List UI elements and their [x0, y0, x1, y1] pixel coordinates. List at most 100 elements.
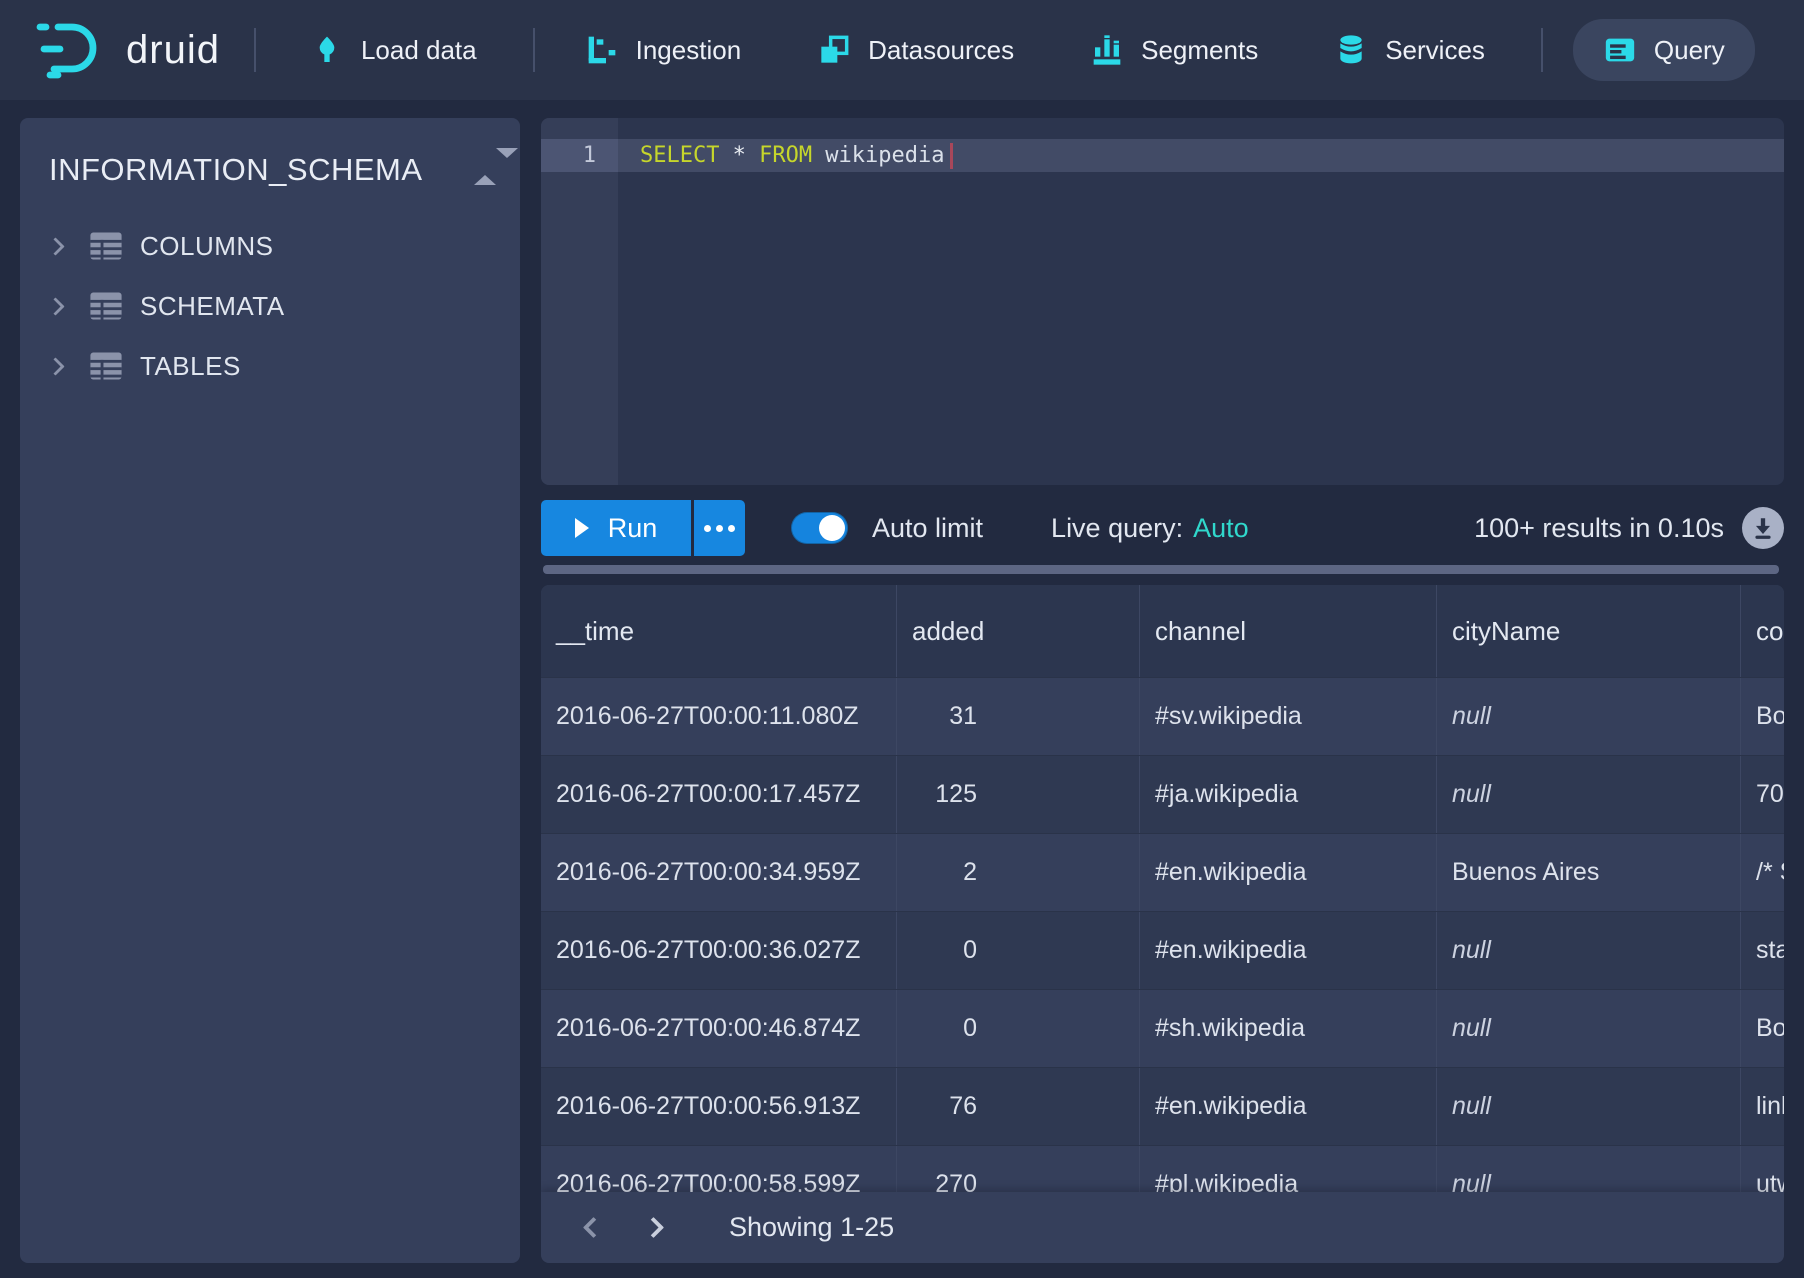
tree-item-label: SCHEMATA — [140, 291, 285, 322]
cell-time[interactable]: 2016-06-27T00:00:17.457Z — [541, 756, 897, 833]
results-summary: 100+ results in 0.10s — [1474, 513, 1724, 544]
nav-item-services[interactable]: Services — [1314, 19, 1505, 81]
chevron-right-icon — [46, 357, 64, 375]
horizontal-scrollbar-thumb[interactable] — [543, 565, 1779, 574]
cell-time[interactable]: 2016-06-27T00:00:46.874Z — [541, 990, 897, 1067]
cell-channel[interactable]: #en.wikipedia — [1140, 1068, 1437, 1145]
cell-cityname[interactable]: null — [1437, 678, 1741, 755]
cell-added[interactable]: 2 — [897, 834, 1140, 911]
auto-limit-toggle[interactable] — [791, 512, 848, 544]
tree-item-label: TABLES — [140, 351, 241, 382]
table-row: 2016-06-27T00:00:36.027Z 0 #en.wikipedia… — [541, 911, 1784, 989]
nav-divider — [533, 28, 535, 72]
ingestion-icon — [585, 33, 619, 67]
cell-added[interactable]: 0 — [897, 912, 1140, 989]
sql-table-name: wikipedia — [825, 143, 944, 168]
segments-icon — [1090, 33, 1124, 67]
schema-header: INFORMATION_SCHEMA — [20, 118, 520, 208]
column-header-added[interactable]: added — [897, 585, 1140, 677]
upload-icon — [310, 33, 344, 67]
sql-keyword: FROM — [759, 143, 812, 168]
nav-item-datasources[interactable]: Datasources — [797, 19, 1034, 81]
cell-cityname[interactable]: null — [1437, 756, 1741, 833]
cell-time[interactable]: 2016-06-27T00:00:34.959Z — [541, 834, 897, 911]
cell-comment[interactable]: stat — [1741, 912, 1784, 989]
column-header-cityname[interactable]: cityName — [1437, 585, 1741, 677]
nav-item-label: Services — [1385, 35, 1485, 66]
sql-editor[interactable]: 1 SELECT * FROM wikipedia — [541, 118, 1784, 485]
cell-channel[interactable]: #ja.wikipedia — [1140, 756, 1437, 833]
cell-time[interactable]: 2016-06-27T00:00:56.913Z — [541, 1068, 897, 1145]
cell-channel[interactable]: #en.wikipedia — [1140, 912, 1437, 989]
nav-item-ingestion[interactable]: Ingestion — [565, 19, 762, 81]
table-row: 2016-06-27T00:00:46.874Z 0 #sh.wikipedia… — [541, 989, 1784, 1067]
cell-channel[interactable]: #sh.wikipedia — [1140, 990, 1437, 1067]
double-caret-vertical-icon[interactable] — [474, 158, 498, 176]
table-icon — [89, 231, 123, 261]
cell-channel[interactable]: #en.wikipedia — [1140, 834, 1437, 911]
cell-cityname[interactable]: null — [1437, 912, 1741, 989]
cell-cityname[interactable]: Buenos Aires — [1437, 834, 1741, 911]
play-icon — [575, 518, 589, 538]
horizontal-scrollbar — [543, 565, 1783, 574]
table-row: 2016-06-27T00:00:56.913Z 76 #en.wikipedi… — [541, 1067, 1784, 1145]
druid-logo[interactable]: druid — [36, 21, 220, 79]
live-query-value[interactable]: Auto — [1193, 513, 1249, 544]
nav-item-segments[interactable]: Segments — [1070, 19, 1278, 81]
schema-title: INFORMATION_SCHEMA — [49, 152, 423, 188]
query-icon — [1603, 33, 1637, 67]
results-table-header: __time added channel cityName comment — [541, 585, 1784, 677]
editor-line-number: 1 — [541, 139, 618, 172]
nav-item-label: Query — [1654, 35, 1725, 66]
cell-added[interactable]: 0 — [897, 990, 1140, 1067]
brand-name: druid — [126, 28, 220, 73]
datasources-icon — [817, 33, 851, 67]
showing-range-label: Showing 1-25 — [729, 1212, 894, 1243]
run-button[interactable]: Run — [541, 500, 691, 556]
nav-item-load-data[interactable]: Load data — [290, 19, 497, 81]
tree-item-columns[interactable]: COLUMNS — [20, 216, 520, 276]
nav-item-query[interactable]: Query — [1573, 19, 1755, 81]
cell-comment[interactable]: /* S — [1741, 834, 1784, 911]
cell-time[interactable]: 2016-06-27T00:00:36.027Z — [541, 912, 897, 989]
cell-comment[interactable]: Bot — [1741, 990, 1784, 1067]
results-panel: __time added channel cityName comment 20… — [541, 585, 1784, 1263]
column-header-comment[interactable]: comment — [1741, 585, 1784, 677]
download-button[interactable] — [1742, 507, 1784, 549]
text-cursor — [950, 143, 953, 169]
toggle-knob — [819, 515, 845, 541]
toolbar-right: 100+ results in 0.10s — [1474, 507, 1784, 549]
results-table: __time added channel cityName comment 20… — [541, 585, 1784, 1223]
nav-item-label: Segments — [1141, 35, 1258, 66]
tree-item-tables[interactable]: TABLES — [20, 336, 520, 396]
chevron-right-icon — [46, 237, 64, 255]
cell-added[interactable]: 31 — [897, 678, 1140, 755]
previous-page-button[interactable] — [571, 1206, 615, 1250]
cell-time[interactable]: 2016-06-27T00:00:11.080Z — [541, 678, 897, 755]
cell-cityname[interactable]: null — [1437, 990, 1741, 1067]
tree-item-schemata[interactable]: SCHEMATA — [20, 276, 520, 336]
tree-item-label: COLUMNS — [140, 231, 274, 262]
cell-comment[interactable]: Bots — [1741, 678, 1784, 755]
druid-logo-icon — [36, 21, 112, 79]
cell-added[interactable]: 76 — [897, 1068, 1140, 1145]
chevron-left-icon — [582, 1217, 603, 1238]
column-header-channel[interactable]: channel — [1140, 585, 1437, 677]
nav-divider — [1541, 28, 1543, 72]
run-button-label: Run — [608, 513, 658, 544]
table-row: 2016-06-27T00:00:17.457Z 125 #ja.wikiped… — [541, 755, 1784, 833]
column-header-time[interactable]: __time — [541, 585, 897, 677]
nav-item-label: Load data — [361, 35, 477, 66]
cell-channel[interactable]: #sv.wikipedia — [1140, 678, 1437, 755]
table-row: 2016-06-27T00:00:11.080Z 31 #sv.wikipedi… — [541, 677, 1784, 755]
next-page-button[interactable] — [631, 1206, 675, 1250]
editor-gutter — [541, 118, 618, 485]
cell-cityname[interactable]: null — [1437, 1068, 1741, 1145]
cell-added[interactable]: 125 — [897, 756, 1140, 833]
query-toolbar: Run Auto limit Live query: Auto 100+ res… — [541, 500, 1784, 556]
cell-comment[interactable]: 70. — [1741, 756, 1784, 833]
download-icon — [1750, 515, 1776, 541]
chevron-right-icon — [46, 297, 64, 315]
run-more-options-button[interactable] — [691, 500, 745, 556]
cell-comment[interactable]: link — [1741, 1068, 1784, 1145]
